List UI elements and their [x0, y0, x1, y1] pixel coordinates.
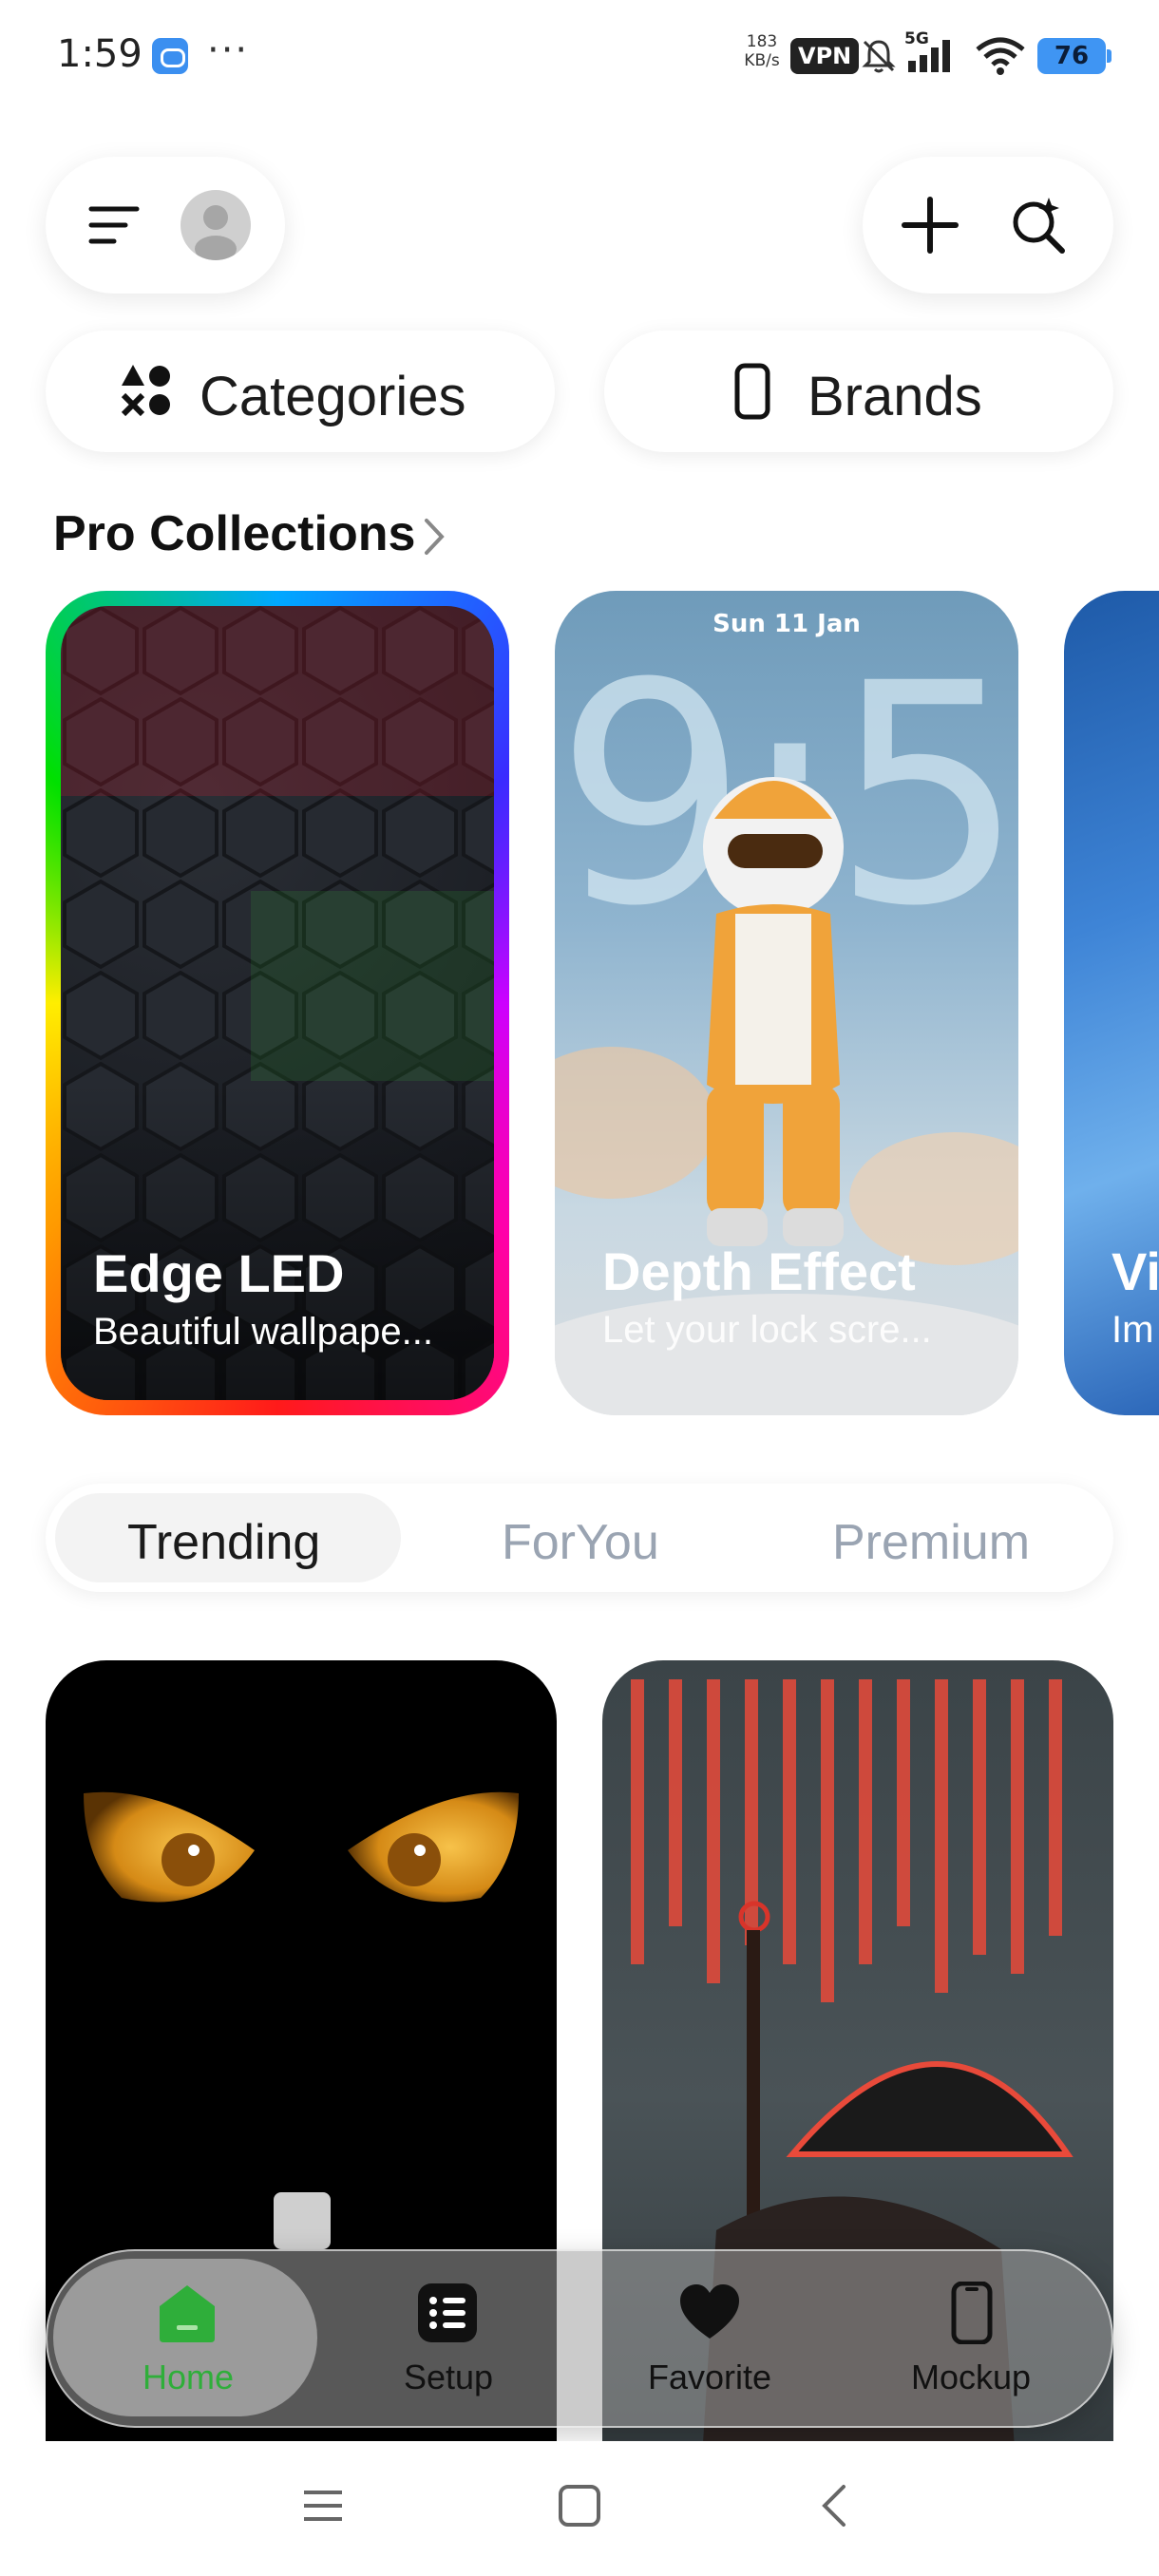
notification-app-icon	[152, 38, 188, 74]
categories-label: Categories	[200, 366, 466, 427]
card-subtitle: Beautiful wallpape...	[93, 1311, 434, 1353]
battery-indicator: 76	[1037, 38, 1112, 74]
collection-card-depth-effect[interactable]: Sun 11 Jan 9:51 Depth Effect Let your lo…	[555, 591, 1018, 1415]
collection-card-vivid[interactable]: Vi Im	[1064, 591, 1159, 1415]
tab-for-you[interactable]: ForYou	[502, 1514, 659, 1571]
plus-icon[interactable]	[901, 196, 960, 255]
list-icon[interactable]	[416, 2282, 479, 2344]
card-title: Vi	[1112, 1241, 1159, 1301]
phone-icon[interactable]	[940, 2282, 1003, 2344]
tab-trending[interactable]: Trending	[127, 1514, 320, 1571]
magic-search-icon[interactable]	[1007, 194, 1070, 256]
status-time: 1:59	[57, 32, 142, 76]
nav-home-label[interactable]: Home	[74, 2358, 302, 2397]
card-subtitle: Im	[1112, 1309, 1154, 1351]
card-title: Depth Effect	[602, 1241, 916, 1301]
card-title: Edge LED	[93, 1243, 345, 1303]
heart-icon[interactable]	[678, 2282, 741, 2344]
tab-premium[interactable]: Premium	[832, 1514, 1030, 1571]
nav-setup-label[interactable]: Setup	[334, 2358, 562, 2397]
categories-button[interactable]: Categories	[46, 331, 555, 452]
network-speed: 183 KB/s	[741, 32, 783, 70]
home-button-icon[interactable]	[557, 2483, 602, 2529]
chevron-right-icon[interactable]	[422, 515, 446, 559]
network-speed-value: 183	[746, 32, 778, 51]
wifi-icon	[976, 37, 1025, 75]
recent-apps-icon[interactable]	[300, 2483, 346, 2529]
card-subtitle: Let your lock scre...	[602, 1309, 932, 1351]
edge-led-wallpaper: Edge LED Beautiful wallpape...	[61, 606, 494, 1400]
back-icon[interactable]	[813, 2483, 859, 2529]
network-type: 5G	[904, 29, 929, 48]
vpn-badge: VPN	[790, 38, 860, 74]
categories-icon	[121, 365, 170, 417]
nav-favorite-label[interactable]: Favorite	[596, 2358, 824, 2397]
home-icon[interactable]	[156, 2282, 218, 2344]
bell-muted-icon	[862, 40, 896, 73]
collection-card-edge-led[interactable]: Edge LED Beautiful wallpape...	[46, 591, 509, 1415]
more-notifications-icon: ···	[207, 28, 250, 72]
phone-icon	[734, 363, 770, 420]
pro-collections-title[interactable]: Pro Collections	[53, 505, 415, 562]
menu-icon[interactable]	[87, 201, 141, 249]
brands-label: Brands	[808, 366, 982, 427]
network-speed-unit: KB/s	[744, 51, 780, 70]
avatar-icon[interactable]	[180, 190, 251, 260]
signal-icon: 5G	[904, 29, 950, 72]
brands-button[interactable]: Brands	[604, 331, 1113, 452]
nav-mockup-label[interactable]: Mockup	[857, 2358, 1085, 2397]
